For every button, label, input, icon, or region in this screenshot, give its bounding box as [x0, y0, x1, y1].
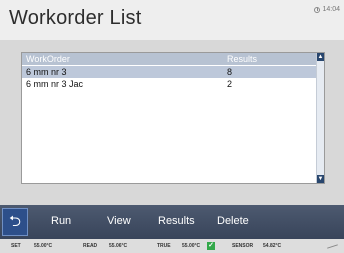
results-button[interactable]: Results [158, 215, 195, 227]
results-cell: 2 [227, 79, 233, 89]
scroll-up-arrow-icon[interactable]: ▲ [317, 53, 324, 61]
back-arrow-icon: ⮌ [8, 213, 21, 230]
scrollbar[interactable]: ▲ ▼ [316, 53, 324, 183]
scroll-down-arrow-icon[interactable]: ▼ [317, 175, 324, 183]
workorder-cell: 6 mm nr 3 [26, 67, 67, 77]
bottom-toolbar: ⮌ Run View Results Delete [0, 205, 344, 239]
set-value: 55.00°C [34, 243, 53, 249]
view-button[interactable]: View [107, 215, 131, 227]
column-header-workorder[interactable]: WorkOrder [26, 54, 70, 64]
check-icon: ✓ [207, 242, 215, 250]
content-area: WorkOrder Results 6 mm nr 3 8 6 mm nr 3 … [0, 40, 344, 205]
workorder-cell: 6 mm nr 3 Jac [26, 79, 84, 89]
sensor-label: SENSOR [232, 243, 254, 249]
page-title: Workorder List [9, 7, 142, 29]
table-row[interactable]: 6 mm nr 3 Jac 2 [22, 78, 316, 90]
read-value: 55.06°C [109, 243, 128, 249]
clock-time: 14:04 [322, 6, 340, 13]
back-button[interactable]: ⮌ [2, 208, 28, 236]
set-label: SET [11, 243, 21, 249]
column-header-results[interactable]: Results [227, 54, 257, 64]
workorder-list[interactable]: WorkOrder Results 6 mm nr 3 8 6 mm nr 3 … [21, 52, 325, 184]
list-header: WorkOrder Results [22, 53, 316, 65]
workorder-list-screen: Workorder List 14:04 WorkOrder Results 6… [0, 0, 344, 253]
sensor-value: 54.82°C [263, 243, 282, 249]
read-label: READ [83, 243, 98, 249]
results-cell: 8 [227, 67, 233, 77]
true-label: TRUE [157, 243, 171, 249]
run-button[interactable]: Run [51, 215, 71, 227]
signal-icon [326, 243, 338, 249]
header-bar: Workorder List 14:04 [0, 0, 344, 40]
table-row[interactable]: 6 mm nr 3 8 [22, 66, 316, 78]
status-bar: SET 55.00°C READ 55.06°C TRUE 55.00°C ✓ … [0, 239, 344, 253]
true-value: 55.00°C [182, 243, 201, 249]
delete-button[interactable]: Delete [217, 215, 249, 227]
clock: 14:04 [314, 6, 340, 13]
clock-icon [314, 6, 321, 13]
